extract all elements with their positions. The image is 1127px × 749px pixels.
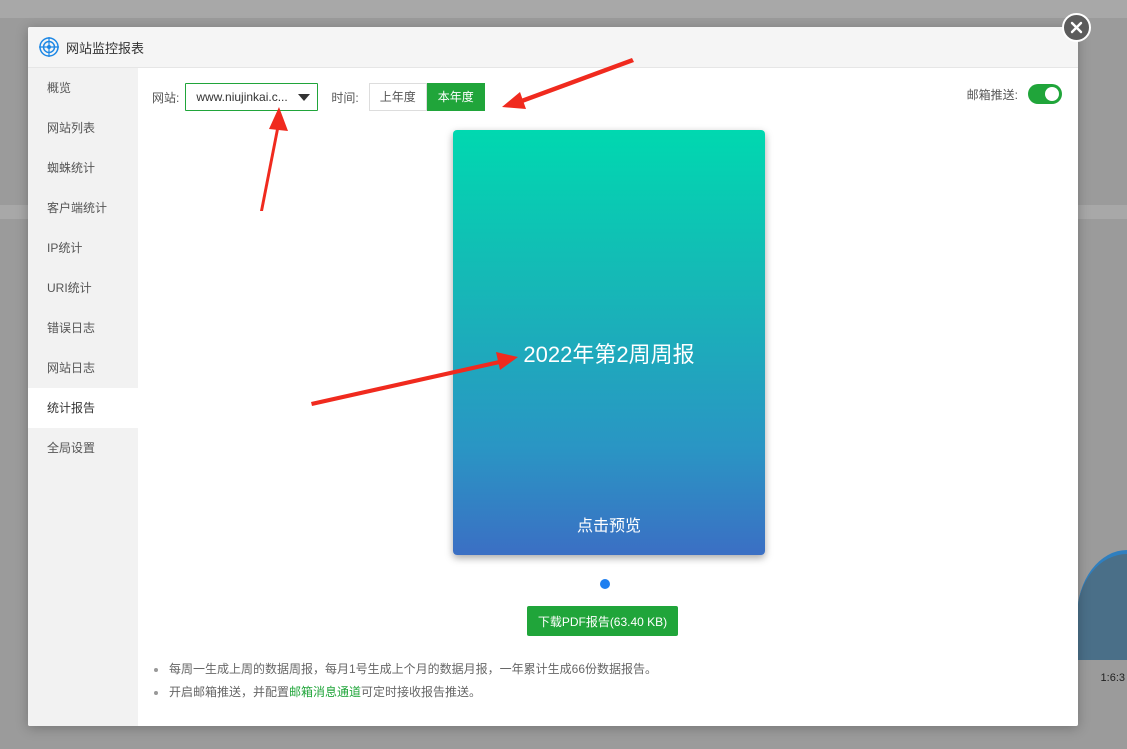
sidebar-item-error-log[interactable]: 错误日志: [28, 308, 138, 348]
caret-down-icon: [298, 94, 311, 101]
report-dialog: 网站监控报表 概览 网站列表 蜘蛛统计 客户端统计 IP统计 URI统计 错误日…: [28, 27, 1078, 726]
note-text: 每周一生成上周的数据周报，每月1号生成上个月的数据月报，一年累计生成66份数据报…: [169, 662, 658, 676]
site-select[interactable]: www.niujinkai.c...: [185, 83, 319, 111]
sidebar-item-overview[interactable]: 概览: [28, 68, 138, 108]
sidebar-item-uri-stats[interactable]: URI统计: [28, 268, 138, 308]
sidebar-item-site-list[interactable]: 网站列表: [28, 108, 138, 148]
site-label: 网站:: [152, 90, 180, 105]
sidebar-item-spider-stats[interactable]: 蜘蛛统计: [28, 148, 138, 188]
time-option-last-year[interactable]: 上年度: [368, 83, 427, 111]
close-icon: [1070, 21, 1083, 34]
background-bar: [0, 0, 1127, 18]
site-select-value: www.niujinkai.c...: [196, 90, 288, 104]
note-item: 开启邮箱推送，并配置邮箱消息通道可定时接收报告推送。: [152, 681, 657, 704]
report-title: 2022年第2周周报: [523, 342, 695, 367]
email-push-toggle[interactable]: [1028, 84, 1062, 104]
notes-list: 每周一生成上周的数据周报，每月1号生成上个月的数据月报，一年累计生成66份数据报…: [152, 658, 657, 704]
email-channel-link[interactable]: 邮箱消息通道: [289, 685, 361, 699]
time-label: 时间:: [331, 90, 359, 105]
download-pdf-button[interactable]: 下载PDF报告(63.40 KB): [527, 606, 678, 636]
sidebar-item-site-log[interactable]: 网站日志: [28, 348, 138, 388]
email-push: 邮箱推送:: [967, 84, 1062, 104]
monitor-logo-icon: [39, 37, 59, 57]
sidebar-item-stats-report[interactable]: 统计报告: [28, 388, 138, 428]
sidebar-item-ip-stats[interactable]: IP统计: [28, 228, 138, 268]
dialog-header: 网站监控报表: [28, 27, 1078, 68]
preview-link[interactable]: 点击预览: [453, 512, 765, 536]
dialog-title: 网站监控报表: [66, 40, 145, 56]
main-content: 网站: www.niujinkai.c... 时间: 上年度 本年度 邮箱推送:…: [138, 68, 1078, 726]
report-card[interactable]: 2022年第2周周报 点击预览: [453, 130, 765, 555]
carousel-dot[interactable]: [600, 579, 610, 589]
background-chart-area: [1077, 550, 1127, 660]
close-button[interactable]: [1062, 13, 1091, 42]
sidebar: 概览 网站列表 蜘蛛统计 客户端统计 IP统计 URI统计 错误日志 网站日志 …: [28, 68, 138, 726]
toggle-knob: [1045, 87, 1059, 101]
note-text: 可定时接收报告推送。: [361, 685, 482, 699]
background-axis-tick: 1:6:3: [1100, 672, 1125, 684]
note-item: 每周一生成上周的数据周报，每月1号生成上个月的数据月报，一年累计生成66份数据报…: [152, 658, 657, 681]
sidebar-item-client-stats[interactable]: 客户端统计: [28, 188, 138, 228]
note-text: 开启邮箱推送，并配置: [169, 685, 290, 699]
email-push-label: 邮箱推送:: [966, 87, 1018, 102]
time-segment: 上年度 本年度: [368, 83, 485, 111]
filter-toolbar: 网站: www.niujinkai.c... 时间: 上年度 本年度: [152, 82, 485, 112]
sidebar-item-global-settings[interactable]: 全局设置: [28, 428, 138, 468]
time-option-this-year[interactable]: 本年度: [426, 83, 485, 111]
